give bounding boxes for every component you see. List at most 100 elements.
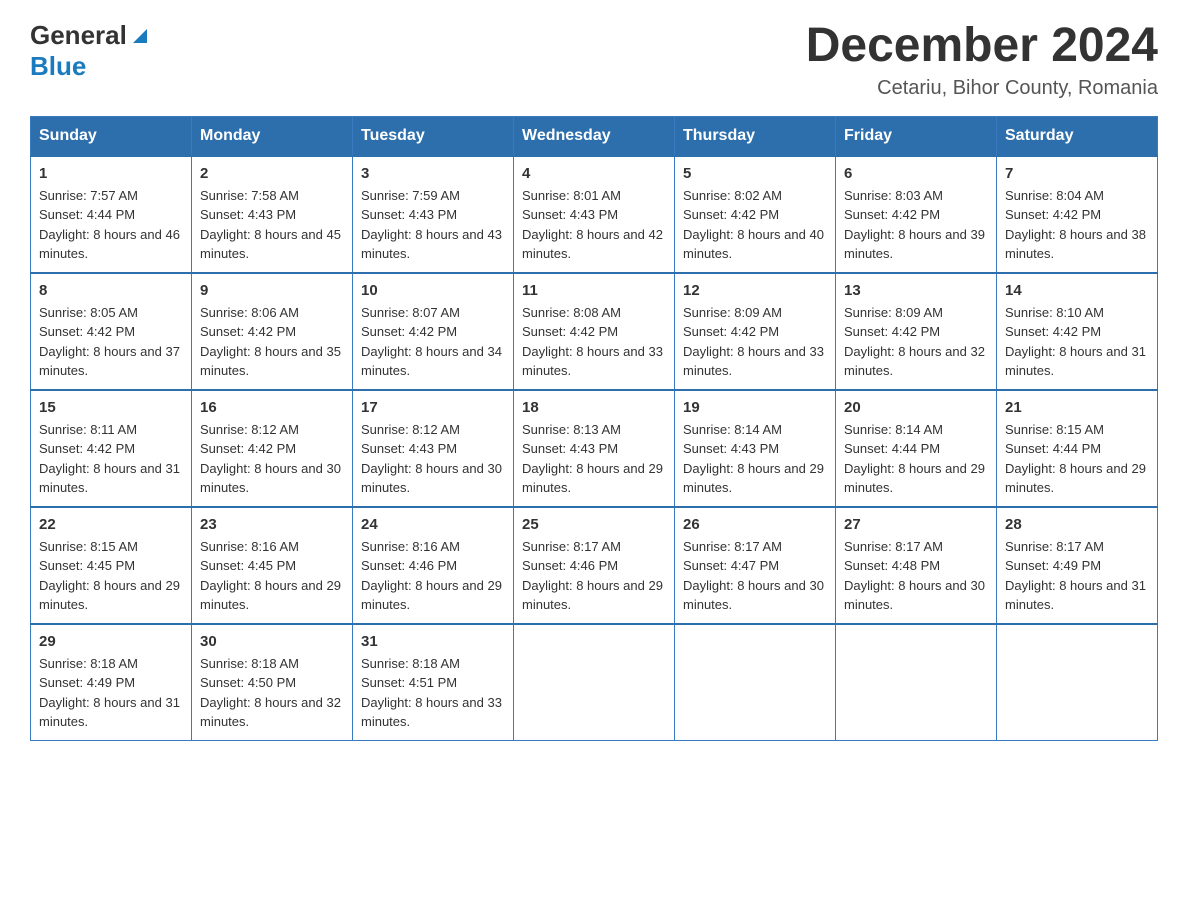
table-row: 25 Sunrise: 8:17 AMSunset: 4:46 PMDayligh… (514, 507, 675, 624)
table-row: 7Sunrise: 8:04 AMSunset: 4:42 PMDaylight… (997, 156, 1158, 273)
day-number: 3 (361, 165, 505, 182)
day-info: Sunrise: 8:15 AMSunset: 4:44 PMDaylight:… (1005, 420, 1149, 498)
day-number: 28 (1005, 516, 1149, 533)
day-info: Sunrise: 8:01 AMSunset: 4:43 PMDaylight:… (522, 186, 666, 264)
day-info: Sunrise: 7:57 AMSunset: 4:44 PMDaylight:… (39, 186, 183, 264)
day-number: 27 (844, 516, 988, 533)
table-row (514, 624, 675, 741)
table-row: 22 Sunrise: 8:15 AMSunset: 4:45 PMDayligh… (31, 507, 192, 624)
day-number: 11 (522, 282, 666, 299)
table-row: 5 Sunrise: 8:02 AMSunset: 4:42 PMDaylight… (675, 156, 836, 273)
table-row: 23Sunrise: 8:16 AMSunset: 4:45 PMDayligh… (192, 507, 353, 624)
day-info: Sunrise: 8:10 AMSunset: 4:42 PMDaylight:… (1005, 303, 1149, 381)
day-number: 26 (683, 516, 827, 533)
table-row: 16Sunrise: 8:12 AMSunset: 4:42 PMDayligh… (192, 390, 353, 507)
day-info: Sunrise: 8:03 AMSunset: 4:42 PMDaylight:… (844, 186, 988, 264)
table-row: 19 Sunrise: 8:14 AMSunset: 4:43 PMDayligh… (675, 390, 836, 507)
days-of-week-row: Sunday Monday Tuesday Wednesday Thursday… (31, 116, 1158, 156)
table-row: 4 Sunrise: 8:01 AMSunset: 4:43 PMDaylight… (514, 156, 675, 273)
week-row-3: 15 Sunrise: 8:11 AMSunset: 4:42 PMDayligh… (31, 390, 1158, 507)
day-info: Sunrise: 8:17 AMSunset: 4:48 PMDaylight:… (844, 537, 988, 615)
day-number: 1 (39, 165, 183, 182)
table-row (675, 624, 836, 741)
day-info: Sunrise: 8:17 AMSunset: 4:46 PMDaylight:… (522, 537, 666, 615)
day-info: Sunrise: 8:11 AMSunset: 4:42 PMDaylight:… (39, 420, 183, 498)
day-number: 14 (1005, 282, 1149, 299)
table-row: 15 Sunrise: 8:11 AMSunset: 4:42 PMDayligh… (31, 390, 192, 507)
day-number: 15 (39, 399, 183, 416)
day-number: 22 (39, 516, 183, 533)
table-row: 28Sunrise: 8:17 AMSunset: 4:49 PMDayligh… (997, 507, 1158, 624)
week-row-5: 29Sunrise: 8:18 AMSunset: 4:49 PMDayligh… (31, 624, 1158, 741)
table-row: 31 Sunrise: 8:18 AMSunset: 4:51 PMDayligh… (353, 624, 514, 741)
day-number: 5 (683, 165, 827, 182)
day-info: Sunrise: 8:07 AMSunset: 4:42 PMDaylight:… (361, 303, 505, 381)
day-info: Sunrise: 8:18 AMSunset: 4:49 PMDaylight:… (39, 654, 183, 732)
table-row: 27 Sunrise: 8:17 AMSunset: 4:48 PMDayligh… (836, 507, 997, 624)
day-info: Sunrise: 8:13 AMSunset: 4:43 PMDaylight:… (522, 420, 666, 498)
day-info: Sunrise: 8:09 AMSunset: 4:42 PMDaylight:… (683, 303, 827, 381)
calendar-title-area: December 2024 Cetariu, Bihor County, Rom… (806, 20, 1158, 100)
table-row: 17 Sunrise: 8:12 AMSunset: 4:43 PMDayligh… (353, 390, 514, 507)
table-row: 1 Sunrise: 7:57 AMSunset: 4:44 PMDaylight… (31, 156, 192, 273)
table-row: 13Sunrise: 8:09 AMSunset: 4:42 PMDayligh… (836, 273, 997, 390)
location-title: Cetariu, Bihor County, Romania (806, 77, 1158, 100)
day-info: Sunrise: 8:08 AMSunset: 4:42 PMDaylight:… (522, 303, 666, 381)
day-number: 24 (361, 516, 505, 533)
day-info: Sunrise: 8:16 AMSunset: 4:46 PMDaylight:… (361, 537, 505, 615)
day-info: Sunrise: 8:12 AMSunset: 4:42 PMDaylight:… (200, 420, 344, 498)
day-number: 17 (361, 399, 505, 416)
day-info: Sunrise: 7:59 AMSunset: 4:43 PMDaylight:… (361, 186, 505, 264)
day-number: 30 (200, 633, 344, 650)
day-info: Sunrise: 8:05 AMSunset: 4:42 PMDaylight:… (39, 303, 183, 381)
day-info: Sunrise: 8:15 AMSunset: 4:45 PMDaylight:… (39, 537, 183, 615)
table-row: 3 Sunrise: 7:59 AMSunset: 4:43 PMDaylight… (353, 156, 514, 273)
day-info: Sunrise: 8:02 AMSunset: 4:42 PMDaylight:… (683, 186, 827, 264)
day-number: 25 (522, 516, 666, 533)
table-row: 9Sunrise: 8:06 AMSunset: 4:42 PMDaylight… (192, 273, 353, 390)
day-info: Sunrise: 8:16 AMSunset: 4:45 PMDaylight:… (200, 537, 344, 615)
day-number: 9 (200, 282, 344, 299)
week-row-4: 22 Sunrise: 8:15 AMSunset: 4:45 PMDayligh… (31, 507, 1158, 624)
table-row: 10 Sunrise: 8:07 AMSunset: 4:42 PMDayligh… (353, 273, 514, 390)
table-row: 2Sunrise: 7:58 AMSunset: 4:43 PMDaylight… (192, 156, 353, 273)
day-info: Sunrise: 8:17 AMSunset: 4:47 PMDaylight:… (683, 537, 827, 615)
table-row: 30 Sunrise: 8:18 AMSunset: 4:50 PMDayligh… (192, 624, 353, 741)
table-row (836, 624, 997, 741)
day-number: 19 (683, 399, 827, 416)
logo-triangle-icon (129, 25, 151, 47)
logo: General Blue (30, 20, 151, 82)
day-info: Sunrise: 8:18 AMSunset: 4:50 PMDaylight:… (200, 654, 344, 732)
col-wednesday: Wednesday (514, 116, 675, 156)
page-header: General Blue December 2024 Cetariu, Biho… (30, 20, 1158, 100)
table-row: 11 Sunrise: 8:08 AMSunset: 4:42 PMDayligh… (514, 273, 675, 390)
day-number: 10 (361, 282, 505, 299)
day-number: 2 (200, 165, 344, 182)
day-info: Sunrise: 8:09 AMSunset: 4:42 PMDaylight:… (844, 303, 988, 381)
table-row: 6 Sunrise: 8:03 AMSunset: 4:42 PMDaylight… (836, 156, 997, 273)
calendar-table: Sunday Monday Tuesday Wednesday Thursday… (30, 116, 1158, 741)
day-info: Sunrise: 8:18 AMSunset: 4:51 PMDaylight:… (361, 654, 505, 732)
day-number: 31 (361, 633, 505, 650)
col-thursday: Thursday (675, 116, 836, 156)
table-row: 14 Sunrise: 8:10 AMSunset: 4:42 PMDayligh… (997, 273, 1158, 390)
week-row-2: 8 Sunrise: 8:05 AMSunset: 4:42 PMDaylight… (31, 273, 1158, 390)
day-number: 20 (844, 399, 988, 416)
week-row-1: 1 Sunrise: 7:57 AMSunset: 4:44 PMDaylight… (31, 156, 1158, 273)
day-info: Sunrise: 8:14 AMSunset: 4:43 PMDaylight:… (683, 420, 827, 498)
table-row (997, 624, 1158, 741)
col-sunday: Sunday (31, 116, 192, 156)
table-row: 12 Sunrise: 8:09 AMSunset: 4:42 PMDayligh… (675, 273, 836, 390)
day-number: 12 (683, 282, 827, 299)
day-number: 4 (522, 165, 666, 182)
day-number: 6 (844, 165, 988, 182)
col-tuesday: Tuesday (353, 116, 514, 156)
day-info: Sunrise: 8:12 AMSunset: 4:43 PMDaylight:… (361, 420, 505, 498)
logo-blue-text: Blue (30, 51, 86, 81)
day-number: 8 (39, 282, 183, 299)
day-info: Sunrise: 8:14 AMSunset: 4:44 PMDaylight:… (844, 420, 988, 498)
table-row: 8 Sunrise: 8:05 AMSunset: 4:42 PMDaylight… (31, 273, 192, 390)
day-number: 18 (522, 399, 666, 416)
table-row: 21Sunrise: 8:15 AMSunset: 4:44 PMDayligh… (997, 390, 1158, 507)
col-saturday: Saturday (997, 116, 1158, 156)
